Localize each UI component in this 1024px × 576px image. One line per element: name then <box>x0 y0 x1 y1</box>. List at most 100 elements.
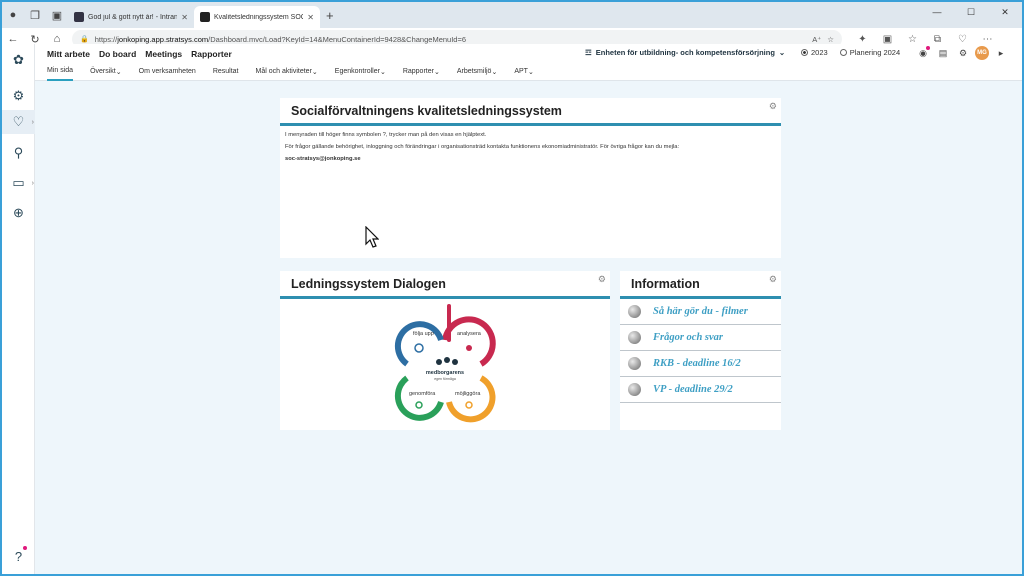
label-folja-upp: följa upp <box>413 331 434 337</box>
panel-title: Ledningssystem Dialogen <box>280 271 610 299</box>
archive-icon[interactable]: ▤ <box>935 46 951 60</box>
window-controls: — ☐ ✕ <box>920 2 1022 22</box>
close-window-icon[interactable]: ✕ <box>988 2 1022 22</box>
add-circle-icon[interactable]: ⊕ <box>2 201 35 225</box>
subnav-arbetsmiljo[interactable]: Arbetsmiljö ⌄ <box>457 63 498 81</box>
left-rail: ✿ ⚙ ♡ › ⚲ ▭ › ⊕ ? <box>2 44 35 574</box>
heart-pulse-icon[interactable]: ♡ › <box>2 110 35 134</box>
tools-icon[interactable]: ⚙ <box>2 84 35 108</box>
dashboard-content: Socialförvaltningens kvalitetsledningssy… <box>35 82 1022 574</box>
panel-title: Socialförvaltningens kvalitetsledningssy… <box>280 98 781 126</box>
stratsys-icon <box>200 12 210 22</box>
globe-icon <box>628 383 641 396</box>
mouse-cursor-icon <box>365 226 379 248</box>
label-analysera: analysera <box>457 331 482 337</box>
sub-nav: Min sida Översikt ⌄ Om verksamheten Resul… <box>35 63 1022 81</box>
subnav-label: Översikt <box>90 68 116 75</box>
period-label: 2023 <box>811 48 828 57</box>
subnav-label: Arbetsmiljö <box>456 68 492 75</box>
period-planering-2024[interactable]: Planering 2024 <box>839 48 901 57</box>
panel-settings-icon[interactable]: ⚙ <box>769 274 777 285</box>
globe-icon <box>628 357 641 370</box>
period-2023[interactable]: 2023 <box>801 48 828 57</box>
subnav-label: Min sida <box>47 67 74 74</box>
contact-text: För frågor gällande behörighet, inloggni… <box>285 143 680 150</box>
subnav-min-sida[interactable]: Min sida <box>47 63 74 81</box>
stratsys-logo-icon[interactable]: ✿ <box>2 48 35 72</box>
subnav-resultat[interactable]: Resultat <box>213 63 239 81</box>
list-item[interactable]: VP - deadline 29/2 <box>620 377 781 403</box>
maximize-icon[interactable]: ☐ <box>954 2 988 22</box>
favorite-star-icon[interactable]: ☆ <box>827 35 834 44</box>
panel-body: I menyraden till höger finns symbolen ?,… <box>280 126 781 172</box>
panel-title: Information <box>620 271 781 299</box>
search-settings-icon[interactable]: ⚲ <box>2 141 35 165</box>
subnav-apt[interactable]: APT ⌄ <box>514 63 534 81</box>
close-icon[interactable]: ✕ <box>307 13 314 22</box>
url-prefix: https:// <box>94 34 118 44</box>
label-mojliggora: möjliggöra <box>455 391 481 397</box>
new-tab-icon[interactable]: + <box>326 8 334 23</box>
close-icon[interactable]: ✕ <box>181 13 188 22</box>
panel-ledningssystem-dialogen: Ledningssystem Dialogen ⚙ följa upp anal… <box>280 271 610 430</box>
settings-icon[interactable]: ⚙ <box>955 46 971 60</box>
subnav-label: Egenkontroller <box>334 68 380 75</box>
monitor-icon[interactable]: ▭ › <box>2 171 35 195</box>
label-center-sub: egen förmåga <box>434 377 456 381</box>
panel-settings-icon[interactable]: ⚙ <box>769 101 777 112</box>
dialogen-diagram[interactable]: följa upp analysera genomföra möjliggöra… <box>393 300 497 424</box>
url-path: /Dashboard.mvc/Load?KeyId=14&MenuContain… <box>208 34 467 44</box>
help-text: I menyraden till höger finns symbolen ?,… <box>285 132 487 138</box>
panel-information: Information ⚙ Så här gör du - filmer Frå… <box>620 271 781 430</box>
list-item[interactable]: RKB - deadline 16/2 <box>620 351 781 377</box>
list-item[interactable]: Så här gör du - filmer <box>620 299 781 325</box>
subnav-label: Om verksamheten <box>138 68 196 75</box>
panel-settings-icon[interactable]: ⚙ <box>598 274 606 285</box>
subnav-label: Resultat <box>212 68 239 75</box>
read-aloud-icon[interactable]: A⁺ <box>812 35 821 44</box>
info-link-list: Så här gör du - filmer Frågor och svar R… <box>620 299 781 403</box>
browser-tab-intranet[interactable]: God jul & gott nytt år! - Intranät ✕ <box>68 6 194 28</box>
profile-icon[interactable]: ● <box>2 4 24 26</box>
list-item[interactable]: Frågor och svar <box>620 325 781 351</box>
nav-rapporter[interactable]: Rapporter <box>191 49 232 59</box>
shield-icon <box>74 12 84 22</box>
subnav-label: Rapporter <box>402 68 434 75</box>
subnav-rapporter[interactable]: Rapporter ⌄ <box>403 63 440 81</box>
globe-icon <box>628 331 641 344</box>
app-tools: ◉ ▤ ⚙ MG ▸ <box>915 46 1009 60</box>
nav-meetings[interactable]: Meetings <box>145 49 182 59</box>
subnav-label: Mål och aktiviteter <box>255 68 312 75</box>
url-domain: jonkoping.app.stratsys.com <box>117 34 209 44</box>
tab-title: God jul & gott nytt år! - Intranät <box>88 13 178 21</box>
notifications-icon[interactable]: ◉ <box>915 46 931 60</box>
info-link[interactable]: VP - deadline 29/2 <box>653 384 733 395</box>
panel-kvalitetsledningssystem: Socialförvaltningens kvalitetsledningssy… <box>280 98 781 258</box>
subnav-oversikt[interactable]: Översikt ⌄ <box>90 63 122 81</box>
info-link[interactable]: RKB - deadline 16/2 <box>653 358 741 369</box>
label-medborgarens: medborgarens <box>426 370 464 376</box>
radio-icon <box>839 49 847 56</box>
info-link[interactable]: Frågor och svar <box>653 332 723 343</box>
subnav-mal-och-aktiviteter[interactable]: Mål och aktiviteter ⌄ <box>256 63 318 81</box>
info-link[interactable]: Så här gör du - filmer <box>653 306 748 317</box>
help-icon[interactable]: ? <box>2 544 35 568</box>
subnav-egenkontroller[interactable]: Egenkontroller ⌄ <box>335 63 386 81</box>
tab-actions-icon[interactable]: ▣ <box>46 4 68 26</box>
minimize-icon[interactable]: — <box>920 2 954 22</box>
lock-icon: 🔒 <box>80 36 89 43</box>
avatar[interactable]: MG <box>975 46 989 60</box>
feedback-icon[interactable]: ▸ <box>993 46 1009 60</box>
subnav-om-verksamheten[interactable]: Om verksamheten <box>139 63 196 81</box>
nav-do-board[interactable]: Do board <box>99 49 136 59</box>
org-selector[interactable]: ☲ Enheten för utbildning- och kompetensf… <box>585 48 785 57</box>
contact-email[interactable]: soc-stratsys@jonkoping.se <box>285 155 776 164</box>
workspaces-icon[interactable]: ❐ <box>24 4 46 26</box>
label-genomfora: genomföra <box>409 391 436 397</box>
org-tree-icon: ☲ <box>585 48 592 57</box>
period-label: Planering 2024 <box>849 48 901 57</box>
nav-mitt-arbete[interactable]: Mitt arbete <box>47 49 90 59</box>
tab-title: Kvalitetsledningssystem SOC - St <box>214 13 303 21</box>
browser-tab-stratsys[interactable]: Kvalitetsledningssystem SOC - St ✕ <box>194 6 320 28</box>
browser-tabstrip: ● ❐ ▣ God jul & gott nytt år! - Intranät… <box>2 2 1022 28</box>
